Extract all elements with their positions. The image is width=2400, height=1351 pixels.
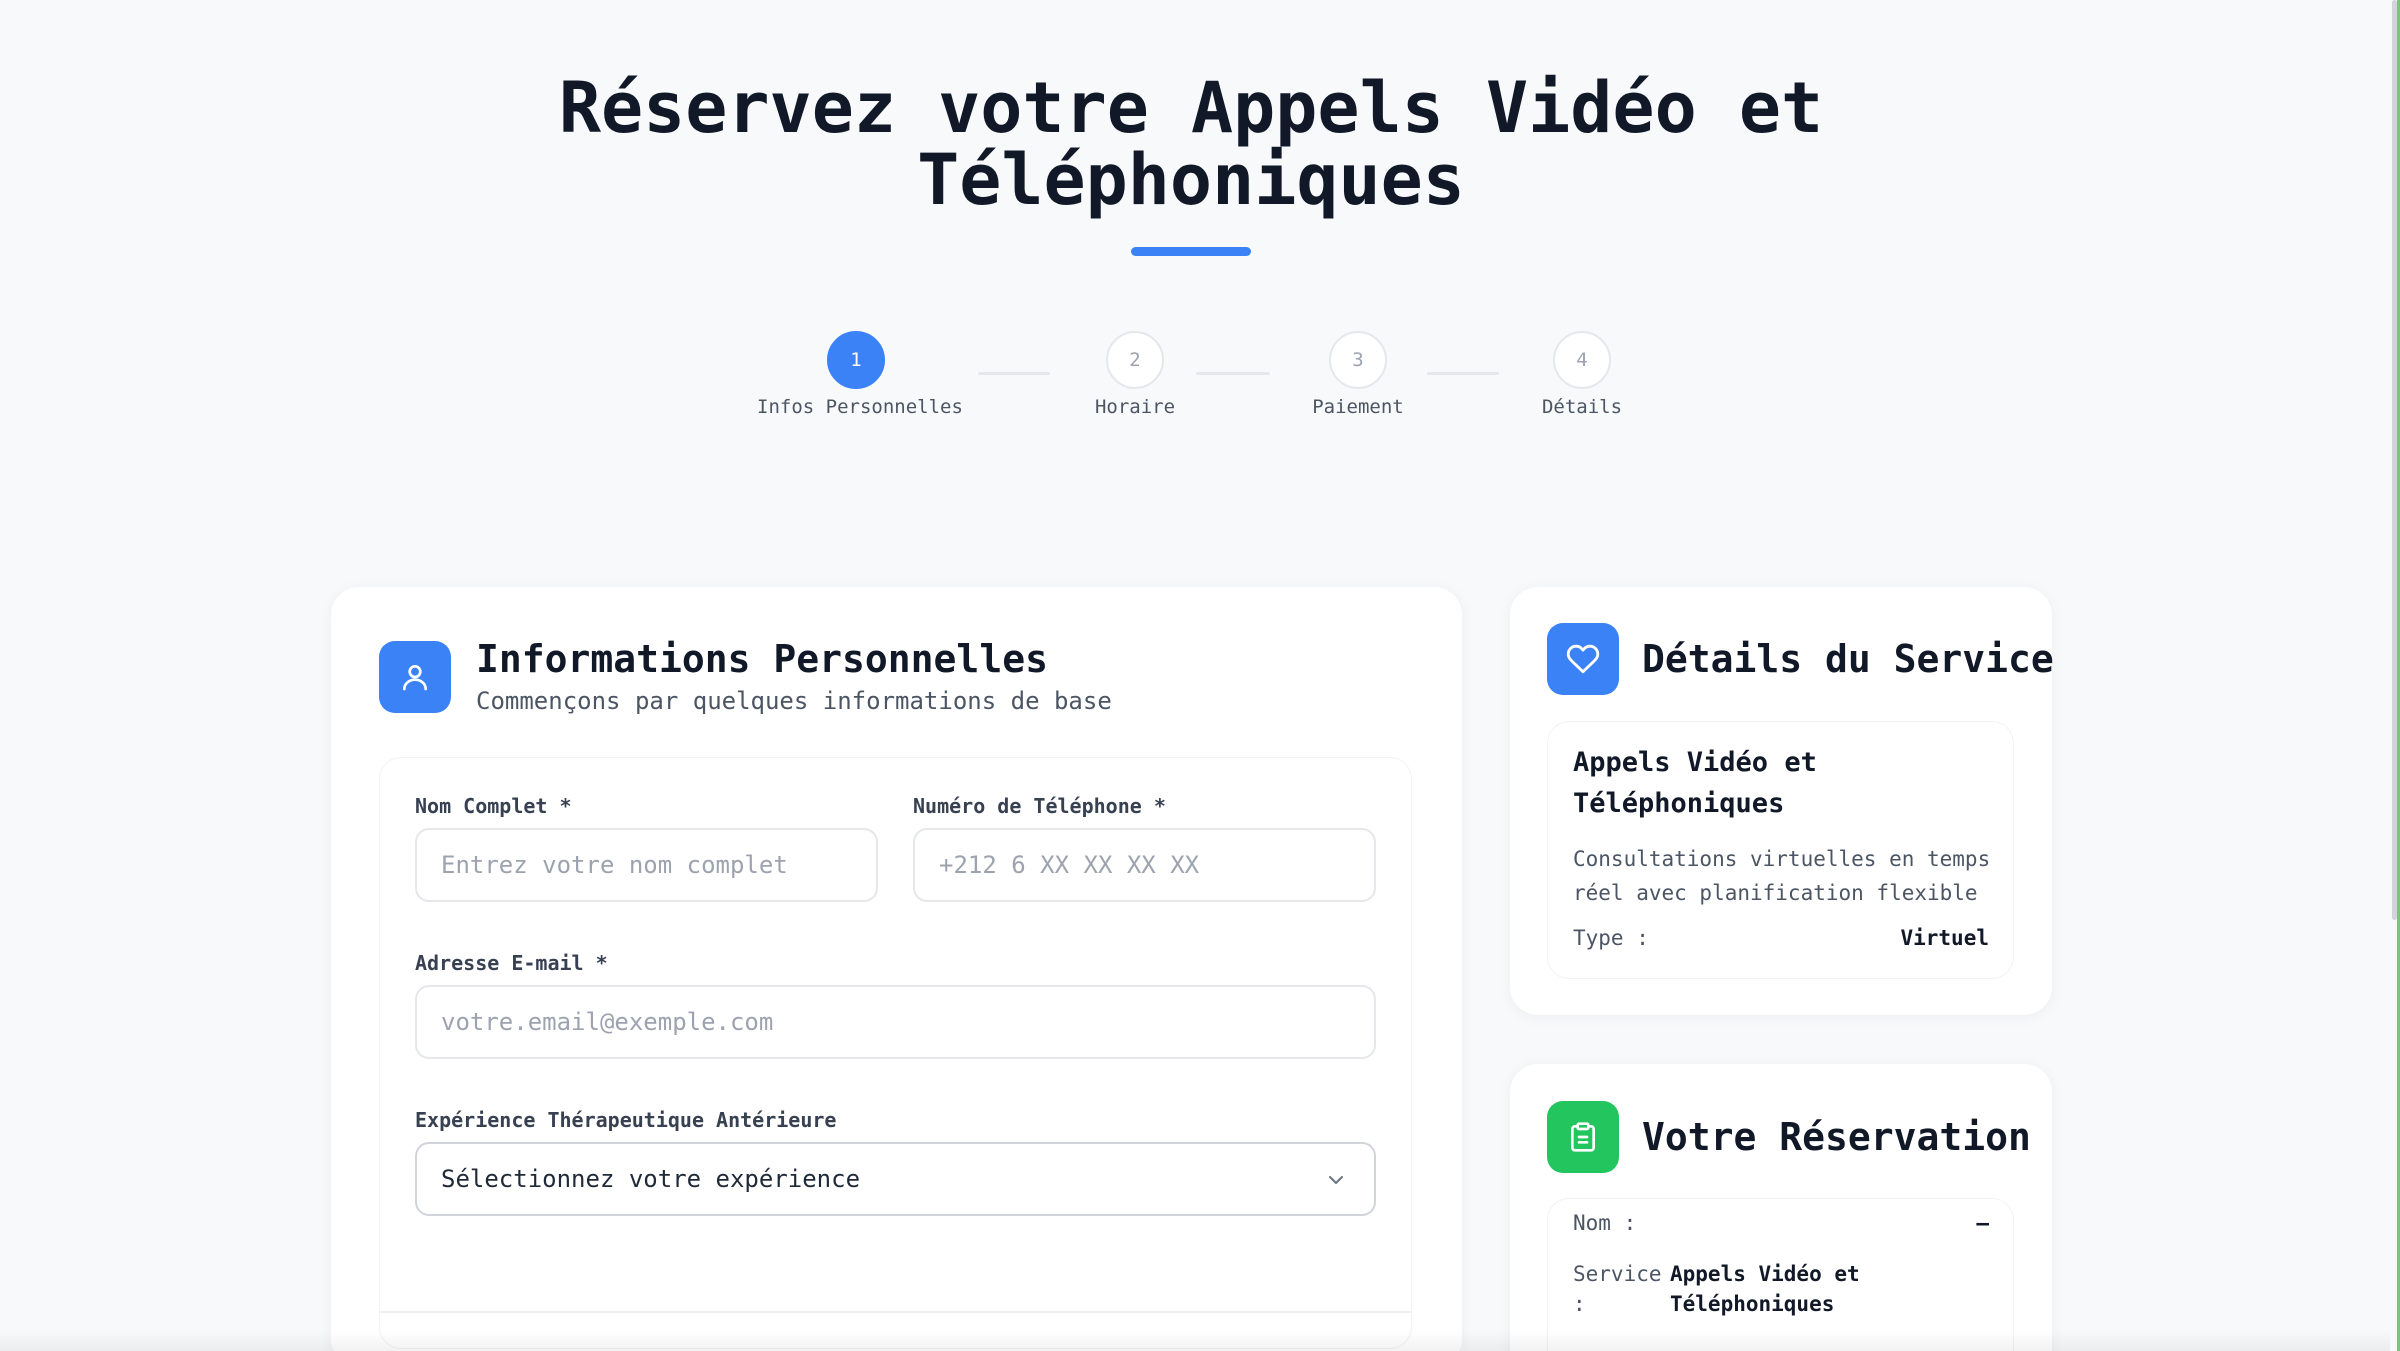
service-name-line1: Appels Vidéo et — [1573, 747, 1817, 778]
full-name-label: Nom Complet * — [415, 794, 572, 818]
personal-info-title: Informations Personnelles — [476, 637, 1048, 681]
email-label: Adresse E-mail * — [415, 951, 608, 975]
reservation-card: Votre Réservation Nom : – Service : Appe… — [1510, 1064, 2052, 1351]
step-3-circle[interactable]: 3 — [1329, 331, 1387, 389]
reservation-service-value-line1: Appels Vidéo et — [1670, 1262, 1860, 1286]
step-1-label: Infos Personnelles — [757, 396, 963, 418]
experience-label: Expérience Thérapeutique Antérieure — [415, 1108, 837, 1132]
clipboard-icon — [1547, 1101, 1619, 1173]
step-2-circle[interactable]: 2 — [1106, 331, 1164, 389]
reservation-service-label-line2: : — [1573, 1292, 1586, 1316]
service-type-value: Virtuel — [1900, 926, 1989, 950]
chevron-down-icon — [1329, 1176, 1343, 1184]
step-4-label: Détails — [1541, 396, 1623, 418]
full-name-input[interactable] — [415, 828, 878, 902]
reservation-summary-box: Nom : – Service : Appels Vidéo et Téléph… — [1547, 1198, 2014, 1351]
reservation-title: Votre Réservation — [1642, 1115, 2031, 1159]
service-description-line2: réel avec planification flexible — [1573, 881, 1978, 905]
step-2-label: Horaire — [1094, 396, 1176, 418]
service-type-label: Type : — [1573, 926, 1649, 950]
reservation-service-value: Appels Vidéo et Téléphoniques — [1670, 1259, 1860, 1319]
title-underline — [1131, 247, 1251, 256]
personal-info-subtitle: Commençons par quelques informations de … — [476, 687, 1112, 715]
step-1-circle[interactable]: 1 — [827, 331, 885, 389]
step-connector-1 — [978, 372, 1050, 375]
step-4-circle[interactable]: 4 — [1553, 331, 1611, 389]
service-info-box: Appels Vidéo et Téléphoniques Consultati… — [1547, 721, 2014, 979]
page-title: Réservez votre Appels Vidéo et Téléphoni… — [0, 72, 2382, 216]
service-details-title: Détails du Service — [1642, 637, 2054, 681]
reservation-service-label: Service : — [1573, 1259, 1662, 1319]
step-3-label: Paiement — [1312, 396, 1404, 418]
experience-select-value: Sélectionnez votre expérience — [441, 1165, 861, 1193]
service-description-line1: Consultations virtuelles en temps — [1573, 847, 1991, 871]
experience-select[interactable]: Sélectionnez votre expérience — [415, 1142, 1376, 1216]
user-icon — [379, 641, 451, 713]
section-divider — [379, 1311, 1412, 1313]
service-description: Consultations virtuelles en temps réel a… — [1573, 842, 1990, 910]
page-title-line2: Téléphoniques — [917, 139, 1465, 221]
personal-info-card: Informations Personnelles Commençons par… — [331, 587, 1462, 1351]
email-input[interactable] — [415, 985, 1376, 1059]
service-name: Appels Vidéo et Téléphoniques — [1573, 742, 1817, 824]
step-connector-3 — [1427, 372, 1499, 375]
phone-input[interactable] — [913, 828, 1376, 902]
form-panel: Nom Complet * Numéro de Téléphone * Adre… — [379, 757, 1412, 1349]
reservation-service-value-line2: Téléphoniques — [1670, 1292, 1835, 1316]
service-name-line2: Téléphoniques — [1573, 788, 1785, 819]
service-details-card: Détails du Service Appels Vidéo et Télép… — [1510, 587, 2054, 1015]
reservation-name-label: Nom : — [1573, 1211, 1637, 1235]
page-title-line1: Réservez votre Appels Vidéo et — [558, 67, 1824, 149]
step-connector-2 — [1196, 372, 1270, 375]
heart-icon — [1547, 623, 1619, 695]
reservation-name-value: – — [1976, 1211, 1989, 1235]
reservation-service-label-line1: Service — [1573, 1262, 1662, 1286]
bottom-fade — [0, 1330, 2390, 1351]
phone-label: Numéro de Téléphone * — [913, 794, 1166, 818]
